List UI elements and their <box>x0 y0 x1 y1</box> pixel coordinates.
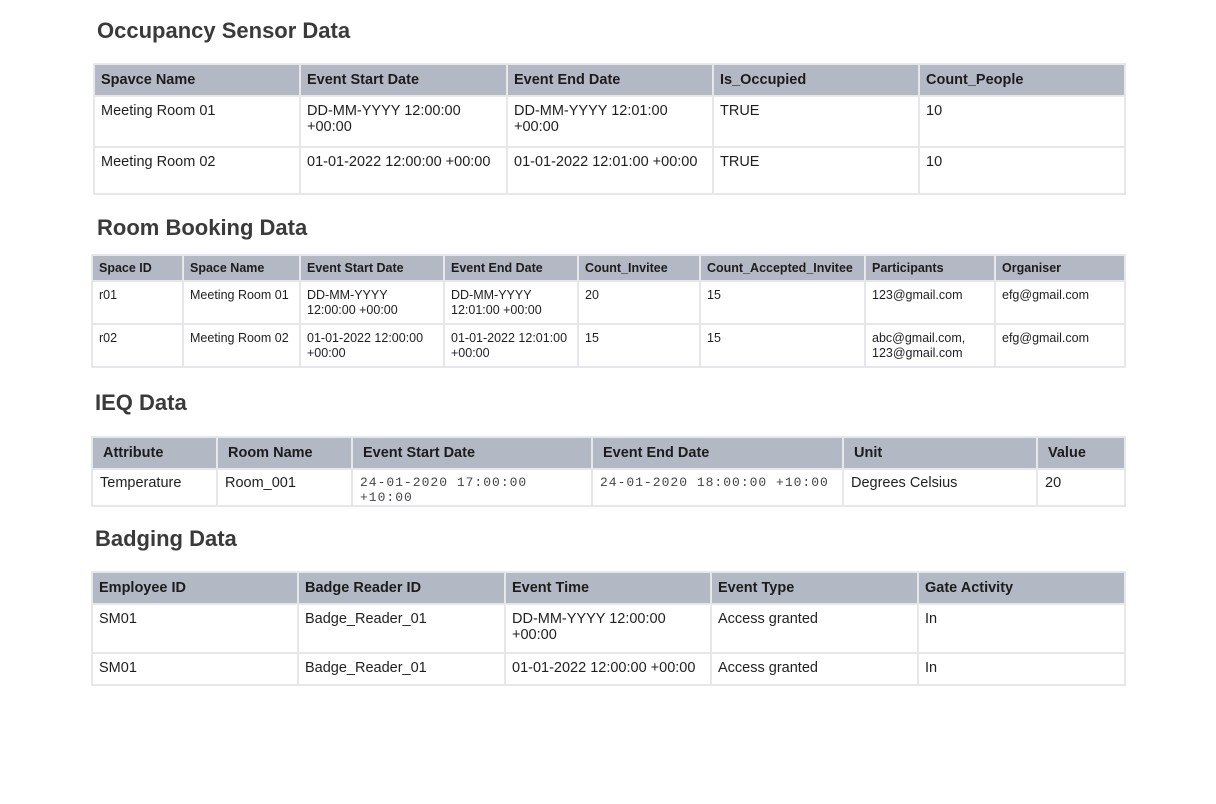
table-cell: 15 <box>699 280 866 325</box>
table-cell: 01-01-2022 12:00:00 +00:00 <box>504 652 712 686</box>
table-cell: Badge_Reader_01 <box>297 652 506 686</box>
table-cell: 01-01-2022 12:01:00 +00:00 <box>443 323 579 368</box>
table-cell: Badge_Reader_01 <box>297 603 506 654</box>
table-cell: 10 <box>918 146 1126 195</box>
column-header: Unit <box>842 436 1038 470</box>
table-cell: r02 <box>91 323 184 368</box>
column-header: Is_Occupied <box>712 63 920 97</box>
table-cell: Access granted <box>710 652 919 686</box>
badging-section-title: Badging Data <box>95 526 237 551</box>
table-cell: 24-01-2020 17:00:00 +10:00 <box>351 468 593 507</box>
column-header: Employee ID <box>91 571 299 605</box>
table-cell: TRUE <box>712 95 920 148</box>
table-cell: DD-MM-YYYY 12:00:00 +00:00 <box>299 280 445 325</box>
table-cell: DD-MM-YYYY 12:01:00 +00:00 <box>443 280 579 325</box>
column-header: Event Start Date <box>299 63 508 97</box>
table-header-row: Attribute Room Name Event Start Date Eve… <box>91 436 1126 470</box>
table-cell: Meeting Room 01 <box>182 280 301 325</box>
table-cell: TRUE <box>712 146 920 195</box>
table-cell: Meeting Room 02 <box>182 323 301 368</box>
column-header: Spavce Name <box>93 63 301 97</box>
room-booking-table: Space ID Space Name Event Start Date Eve… <box>91 254 1126 368</box>
ieq-table: Attribute Room Name Event Start Date Eve… <box>91 436 1126 507</box>
ieq-section-title: IEQ Data <box>95 390 187 415</box>
table-cell: 20 <box>1036 468 1126 507</box>
table-cell: 123@gmail.com <box>864 280 996 325</box>
table-row: r01 Meeting Room 01 DD-MM-YYYY 12:00:00 … <box>91 280 1126 325</box>
table-cell: 15 <box>699 323 866 368</box>
table-cell: 24-01-2020 18:00:00 +10:00 <box>591 468 844 507</box>
column-header: Event End Date <box>506 63 714 97</box>
table-cell: Degrees Celsius <box>842 468 1038 507</box>
column-header: Event Start Date <box>351 436 593 470</box>
column-header: Gate Activity <box>917 571 1126 605</box>
table-cell: 01-01-2022 12:01:00 +00:00 <box>506 146 714 195</box>
table-cell: DD-MM-YYYY 12:00:00 +00:00 <box>299 95 508 148</box>
badging-table: Employee ID Badge Reader ID Event Time E… <box>91 571 1126 686</box>
column-header: Count_People <box>918 63 1126 97</box>
table-cell: 15 <box>577 323 701 368</box>
table-header-row: Employee ID Badge Reader ID Event Time E… <box>91 571 1126 605</box>
table-cell: In <box>917 652 1126 686</box>
table-header-row: Spavce Name Event Start Date Event End D… <box>93 63 1126 97</box>
table-cell: Room_001 <box>216 468 353 507</box>
column-header: Event Start Date <box>299 254 445 282</box>
table-header-row: Space ID Space Name Event Start Date Eve… <box>91 254 1126 282</box>
column-header: Count_Invitee <box>577 254 701 282</box>
column-header: Organiser <box>994 254 1126 282</box>
table-cell: 10 <box>918 95 1126 148</box>
table-cell: 01-01-2022 12:00:00 +00:00 <box>299 146 508 195</box>
table-cell: Meeting Room 02 <box>93 146 301 195</box>
table-cell: SM01 <box>91 652 299 686</box>
table-cell: efg@gmail.com <box>994 323 1126 368</box>
table-row: Temperature Room_001 24-01-2020 17:00:00… <box>91 468 1126 507</box>
table-cell: 01-01-2022 12:00:00 +00:00 <box>299 323 445 368</box>
column-header: Event Time <box>504 571 712 605</box>
table-row: r02 Meeting Room 02 01-01-2022 12:00:00 … <box>91 323 1126 368</box>
table-cell: DD-MM-YYYY 12:01:00 +00:00 <box>506 95 714 148</box>
column-header: Event End Date <box>443 254 579 282</box>
column-header: Badge Reader ID <box>297 571 506 605</box>
occupancy-section-title: Occupancy Sensor Data <box>97 18 351 43</box>
column-header: Value <box>1036 436 1126 470</box>
column-header: Attribute <box>91 436 218 470</box>
column-header: Count_Accepted_Invitee <box>699 254 866 282</box>
table-cell: DD-MM-YYYY 12:00:00 +00:00 <box>504 603 712 654</box>
table-row: SM01 Badge_Reader_01 01-01-2022 12:00:00… <box>91 652 1126 686</box>
room-booking-section-title: Room Booking Data <box>97 215 308 240</box>
table-row: Meeting Room 02 01-01-2022 12:00:00 +00:… <box>93 146 1126 195</box>
table-cell: Temperature <box>91 468 218 507</box>
table-cell: efg@gmail.com <box>994 280 1126 325</box>
column-header: Space ID <box>91 254 184 282</box>
table-cell: r01 <box>91 280 184 325</box>
occupancy-table: Spavce Name Event Start Date Event End D… <box>93 63 1126 195</box>
table-cell: In <box>917 603 1126 654</box>
table-cell: 20 <box>577 280 701 325</box>
table-row: SM01 Badge_Reader_01 DD-MM-YYYY 12:00:00… <box>91 603 1126 654</box>
table-cell: SM01 <box>91 603 299 654</box>
column-header: Participants <box>864 254 996 282</box>
column-header: Space Name <box>182 254 301 282</box>
table-cell: Meeting Room 01 <box>93 95 301 148</box>
column-header: Event End Date <box>591 436 844 470</box>
column-header: Room Name <box>216 436 353 470</box>
column-header: Event Type <box>710 571 919 605</box>
table-cell: abc@gmail.com, 123@gmail.com <box>864 323 996 368</box>
table-row: Meeting Room 01 DD-MM-YYYY 12:00:00 +00:… <box>93 95 1126 148</box>
table-cell: Access granted <box>710 603 919 654</box>
